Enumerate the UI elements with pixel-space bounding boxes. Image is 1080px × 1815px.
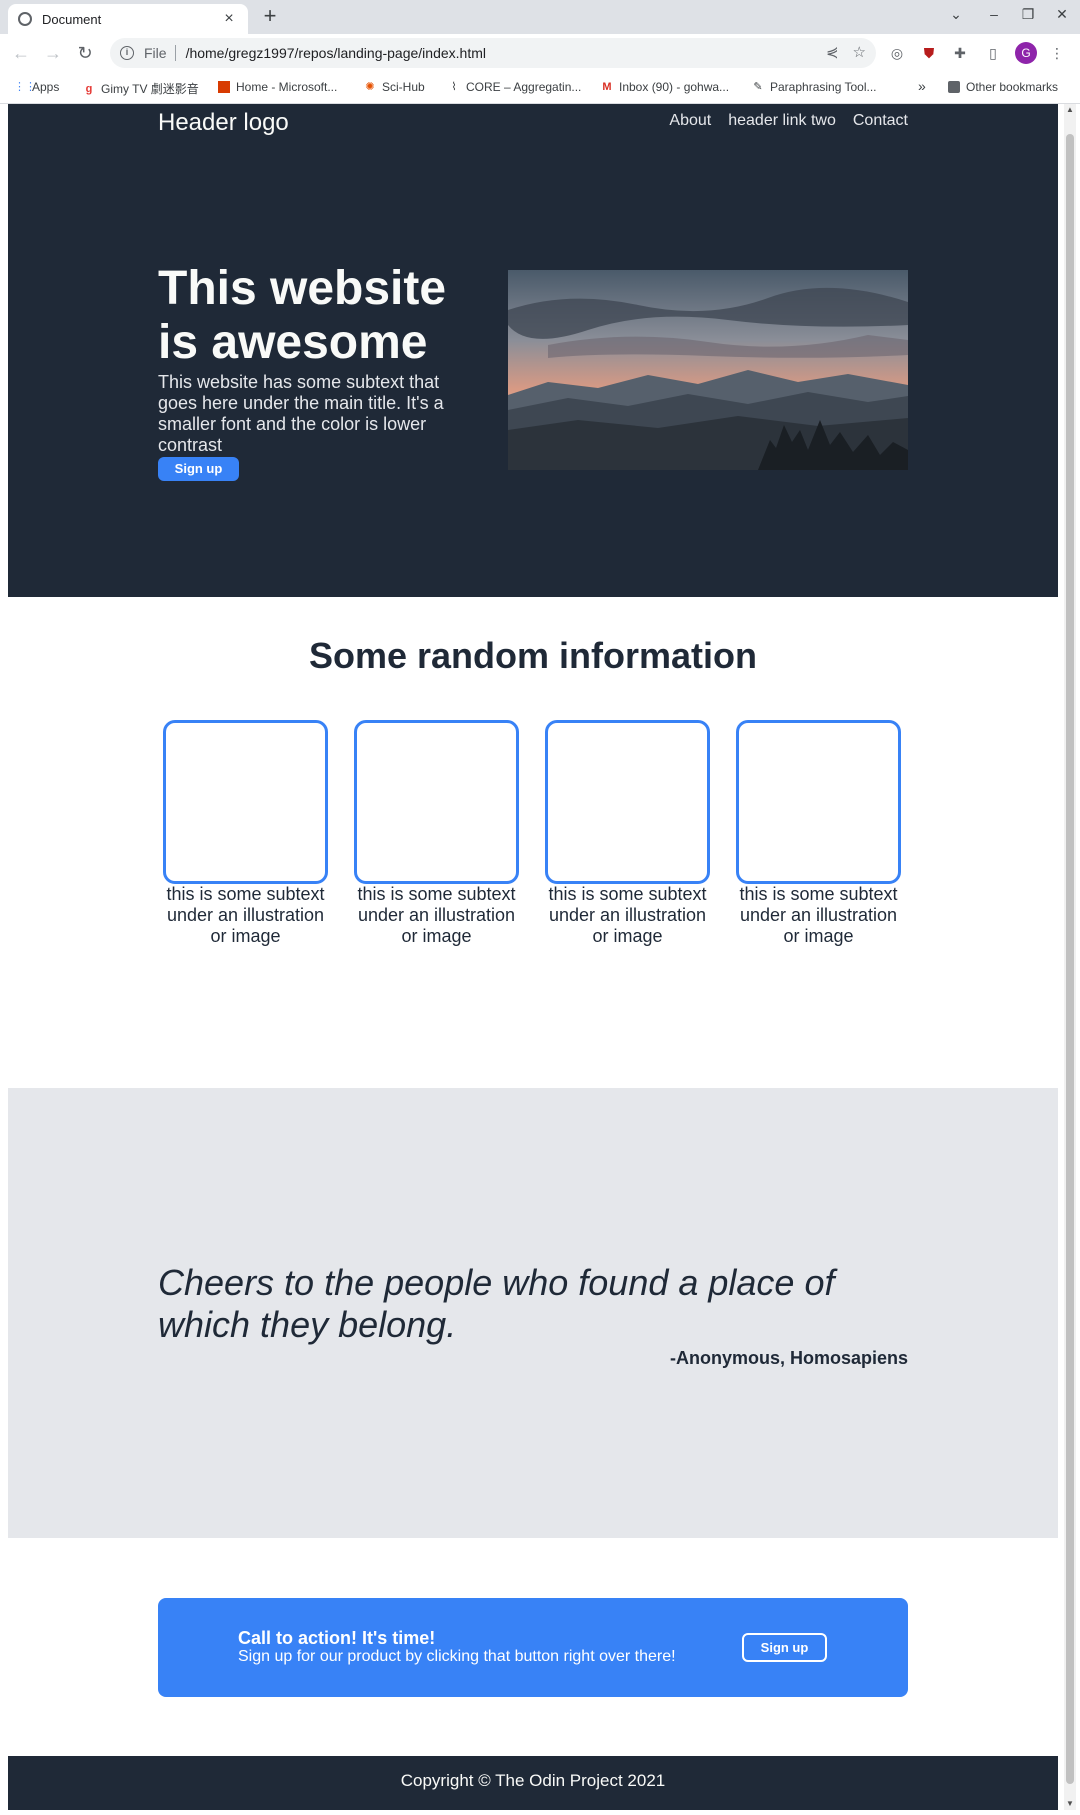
globe-icon [18,12,32,26]
cta-signup-button[interactable]: Sign up [742,1633,827,1662]
restore-icon[interactable]: ❐ [1018,6,1038,23]
quote-author: -Anonymous, Homosapiens [669,1348,908,1368]
footer: Copyright © The Odin Project 2021 [8,1756,1058,1810]
scihub-icon: ✺ [365,81,375,93]
card-image-placeholder [545,720,710,884]
info-card: this is some subtext under an illustrati… [163,720,328,947]
url-text[interactable]: /home/gregz1997/repos/landing-page/index… [186,45,486,61]
card-subtext: this is some subtext under an illustrati… [548,884,707,946]
card-subtext: this is some subtext under an illustrati… [357,884,516,946]
tab-close-icon[interactable]: × [220,10,238,28]
header-nav: About header link two Contact [669,112,908,130]
hero-title: This website is awesome [158,262,447,369]
bookmarks-bar: ⋮⋮ Apps g Gimy TV 劇迷影音 Home - Microsoft.… [0,72,1080,104]
other-bookmarks[interactable]: Other bookmarks [948,80,1058,94]
menu-kebab-icon[interactable]: ⋮ [1048,44,1066,62]
folder-icon [948,81,960,93]
nav-link-contact[interactable]: Contact [853,112,908,130]
reload-icon[interactable]: ↻ [74,42,96,64]
forward-arrow-icon[interactable]: → [42,42,64,64]
bookmark-core[interactable]: ⌇ CORE – Aggregatin... [448,80,581,94]
gmail-icon: M [602,81,612,93]
side-panel-icon[interactable]: ▯ [984,44,1002,62]
card-image-placeholder [354,720,519,884]
hero-section: Header logo About header link two Contac… [8,104,1058,597]
card-image-placeholder [736,720,901,884]
new-tab-icon[interactable]: + [258,4,282,28]
bookmark-scihub[interactable]: ✺ Sci-Hub [364,80,424,94]
info-card: this is some subtext under an illustrati… [545,720,710,947]
bookmark-gimy[interactable]: g Gimy TV 劇迷影音 [83,80,199,97]
close-window-icon[interactable]: ✕ [1052,6,1072,23]
browser-tab[interactable]: Document × [8,4,248,34]
extensions-puzzle-icon[interactable]: ✚ [951,44,969,62]
call-to-action-box: Call to action! It's time! Sign up for o… [158,1598,908,1697]
scroll-down-icon[interactable]: ▼ [1064,1798,1076,1810]
card-subtext: this is some subtext under an illustrati… [739,884,898,946]
tab-title: Document [42,11,102,27]
quote-text: Cheers to the people who found a place o… [158,1262,835,1345]
tab-search-chevron-icon[interactable]: ⌄ [946,6,966,23]
url-scheme: File [144,45,167,61]
bookmark-gmail[interactable]: M Inbox (90) - gohwa... [601,80,729,94]
share-icon[interactable]: ⋞ [826,43,839,61]
bookmark-star-icon[interactable]: ☆ [853,43,866,61]
cta-title: Call to action! It's time! [238,1628,436,1648]
omnibox-divider [174,45,176,61]
scroll-up-icon[interactable]: ▲ [1064,104,1076,116]
header-logo[interactable]: Header logo [158,109,289,137]
page-scrollbar[interactable]: ▲ ▼ [1064,104,1076,1810]
card-image-placeholder [163,720,328,884]
hero-signup-button[interactable]: Sign up [158,457,239,481]
profile-avatar[interactable]: G [1015,42,1037,64]
apps-grid-icon: ⋮⋮ [14,81,36,93]
address-bar[interactable]: i File /home/gregz1997/repos/landing-pag… [110,38,876,68]
back-arrow-icon[interactable]: ← [10,42,32,64]
info-card: this is some subtext under an illustrati… [354,720,519,947]
page-viewport: Header logo About header link two Contac… [8,104,1058,1810]
bookmarks-overflow-icon[interactable]: » [918,78,926,94]
quote-section: Cheers to the people who found a place o… [8,1088,1058,1538]
nav-link-about[interactable]: About [669,112,711,130]
card-subtext: this is some subtext under an illustrati… [166,884,325,946]
bookmark-paraphrasing[interactable]: ✎ Paraphrasing Tool... [752,80,876,94]
extension-icon[interactable]: ◎ [888,44,906,62]
gimy-icon: g [85,82,93,95]
ublock-icon[interactable]: ⛊ [920,44,938,62]
bookmark-apps[interactable]: ⋮⋮ Apps [14,80,59,94]
nav-link-two[interactable]: header link two [728,112,836,130]
cta-text: Sign up for our product by clicking that… [238,1648,676,1665]
info-icon[interactable]: i [120,46,134,60]
bookmark-microsoft[interactable]: Home - Microsoft... [218,80,337,94]
hero-subtitle: This website has some subtext that goes … [158,372,444,455]
browser-toolbar: ← → ↻ i File /home/gregz1997/repos/landi… [0,34,1080,72]
quill-icon: ✎ [753,81,763,93]
office-icon [218,81,230,93]
info-card: this is some subtext under an illustrati… [736,720,901,947]
scrollbar-thumb[interactable] [1066,134,1074,1784]
minimize-icon[interactable]: – [984,6,1004,22]
core-icon: ⌇ [451,81,457,93]
info-section-title: Some random information [308,635,758,676]
hero-landscape-image [508,270,908,470]
tab-strip: Document × + ⌄ – ❐ ✕ [0,0,1080,34]
